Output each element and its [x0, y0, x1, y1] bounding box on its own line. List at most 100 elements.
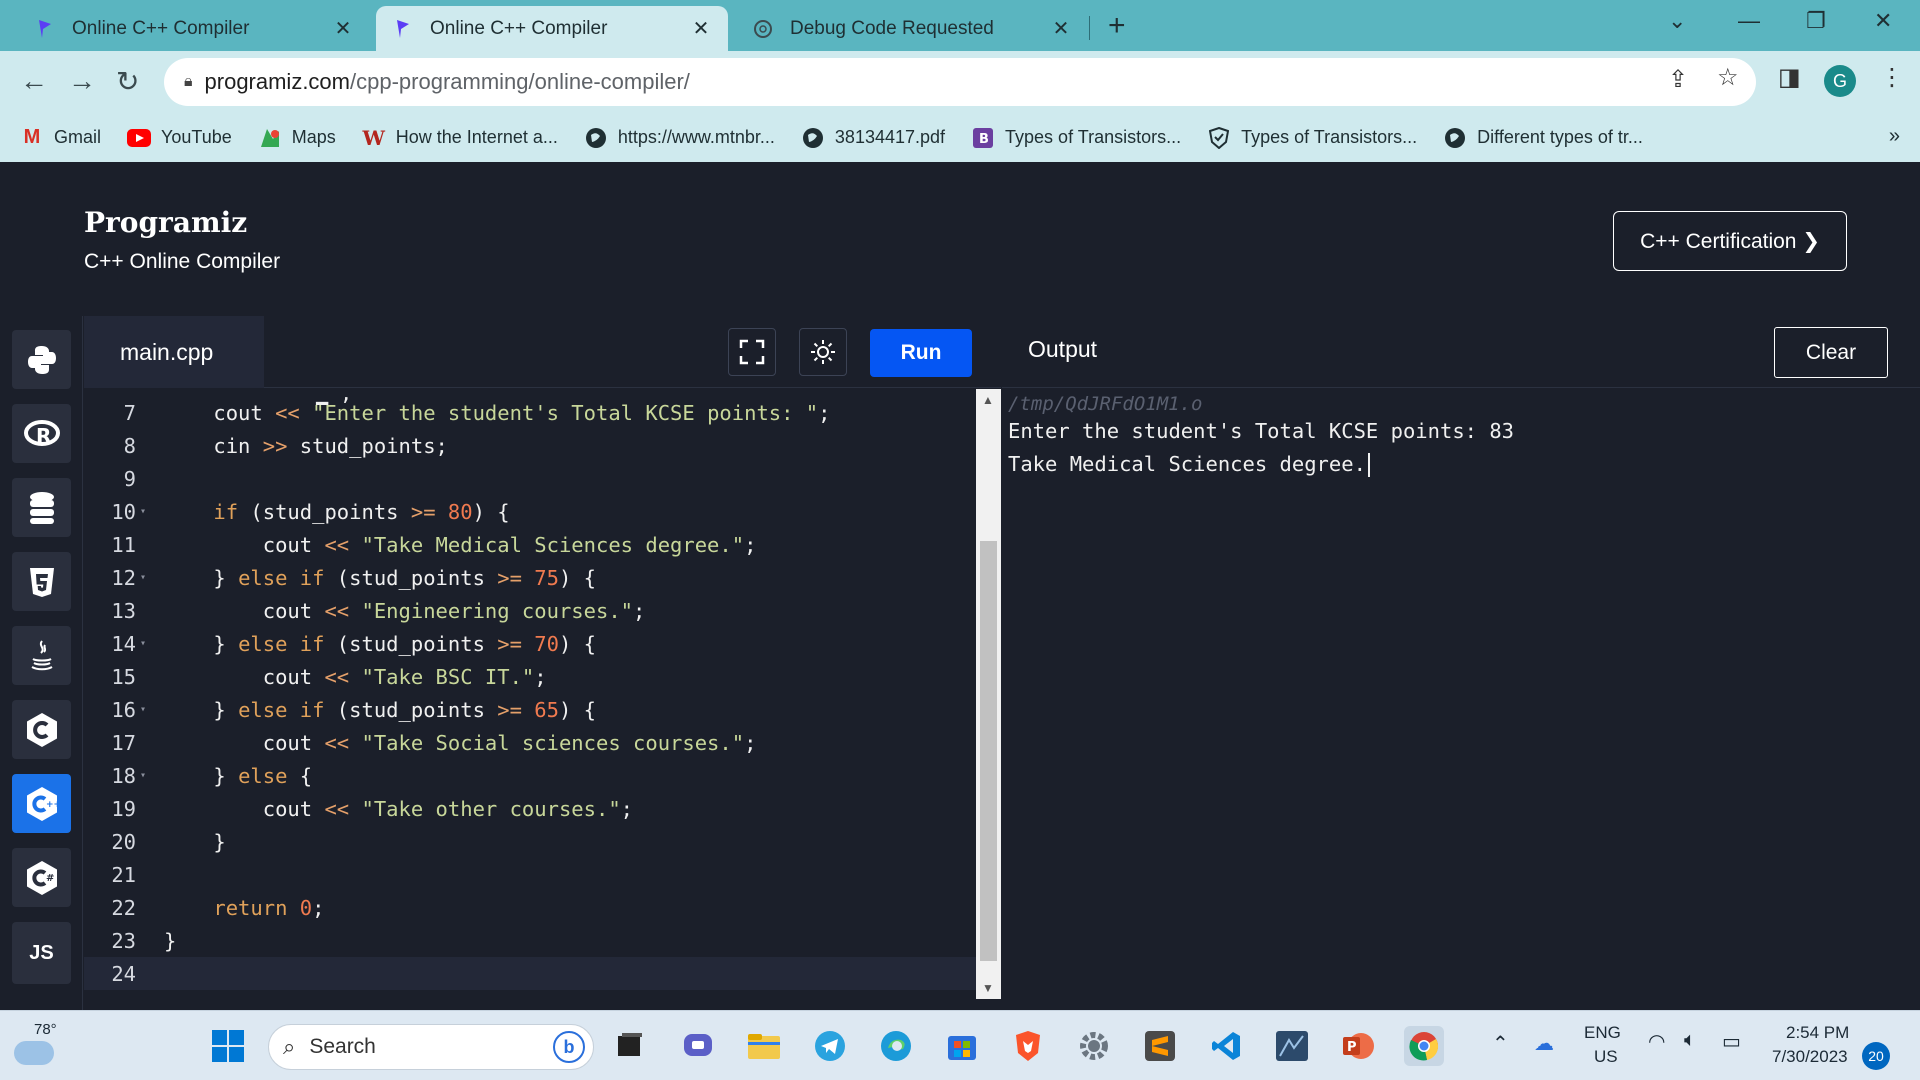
sql-database-icon[interactable] [12, 478, 71, 537]
sublime-text-icon[interactable] [1140, 1026, 1180, 1066]
task-view-icon[interactable] [610, 1026, 650, 1066]
notification-badge[interactable]: 20 [1862, 1042, 1890, 1070]
settings-gear-icon[interactable] [1074, 1026, 1114, 1066]
bookmark-how-the-internet[interactable]: W How the Internet a... [362, 126, 558, 150]
close-window-icon[interactable]: ✕ [1874, 8, 1892, 34]
taskbar-search[interactable]: ⌕ Search b [268, 1024, 594, 1070]
teams-chat-icon[interactable] [678, 1026, 718, 1066]
edge-browser-icon[interactable] [876, 1026, 916, 1066]
more-bookmarks-chevron-icon[interactable]: » [1889, 125, 1900, 148]
code-line[interactable]: 19 cout << "Take other courses."; [84, 792, 976, 825]
fold-arrow-icon[interactable]: ▾ [140, 770, 152, 781]
brave-browser-icon[interactable] [1008, 1026, 1048, 1066]
code-line[interactable]: 11 cout << "Take Medical Sciences degree… [84, 528, 976, 561]
battery-icon[interactable]: ▭ [1722, 1029, 1741, 1054]
telegram-icon[interactable] [810, 1026, 850, 1066]
java-icon[interactable] [12, 626, 71, 685]
forward-arrow-icon[interactable]: → [68, 65, 96, 97]
cpp-icon[interactable]: ++ [12, 774, 71, 833]
side-panel-icon[interactable]: ◨ [1778, 63, 1801, 92]
bookmark-transistors-1[interactable]: B Types of Transistors... [971, 126, 1181, 150]
html5-icon[interactable] [12, 552, 71, 611]
programiz-logo[interactable]: Programiz [84, 206, 247, 239]
certification-button[interactable]: C++ Certification ❯ [1613, 211, 1847, 271]
bing-icon[interactable]: b [553, 1031, 585, 1063]
code-line[interactable]: 12 ▾ } else if (stud_points >= 75) { [84, 561, 976, 594]
fold-arrow-icon[interactable]: ▾ [140, 506, 152, 517]
profile-avatar[interactable]: G [1824, 65, 1856, 97]
bookmark-different-types[interactable]: Different types of tr... [1443, 126, 1643, 150]
clock-time[interactable]: 2:54 PM [1786, 1023, 1849, 1043]
weather-widget[interactable]: 78° [14, 1019, 60, 1073]
address-bar[interactable]: 🔒︎ programiz.com/cpp-programming/online-… [164, 58, 1756, 106]
code-line[interactable]: 24 [84, 957, 976, 990]
back-arrow-icon[interactable]: ← [20, 65, 48, 97]
tab-close-icon[interactable]: ✕ [690, 16, 712, 41]
tab-close-icon[interactable]: ✕ [332, 16, 354, 41]
powerpoint-icon[interactable]: P [1338, 1026, 1378, 1066]
c-icon[interactable] [12, 700, 71, 759]
output-console[interactable]: /tmp/QdJRFdO1M1.o Enter the student's To… [1002, 389, 1920, 1010]
code-line[interactable]: 23} [84, 924, 976, 957]
input-language-top[interactable]: ENG [1584, 1023, 1621, 1043]
scroll-up-arrow-icon[interactable]: ▲ [982, 393, 994, 407]
chrome-browser-icon[interactable] [1404, 1026, 1444, 1066]
code-line[interactable]: 17 cout << "Take Social sciences courses… [84, 726, 976, 759]
theme-toggle-sun-icon[interactable] [799, 328, 847, 376]
python-icon[interactable] [12, 330, 71, 389]
fullscreen-icon[interactable] [728, 328, 776, 376]
bookmark-gmail[interactable]: M Gmail [20, 126, 101, 150]
bookmark-transistors-2[interactable]: Types of Transistors... [1207, 126, 1417, 150]
code-line[interactable]: 16 ▾ } else if (stud_points >= 65) { [84, 693, 976, 726]
onedrive-cloud-icon[interactable]: ☁ [1534, 1031, 1554, 1056]
clock-date[interactable]: 7/30/2023 [1772, 1047, 1848, 1067]
code-line[interactable]: 10 ▾ if (stud_points >= 80) { [84, 495, 976, 528]
show-hidden-icons-chevron-icon[interactable]: ⌃ [1492, 1031, 1509, 1056]
fold-arrow-icon[interactable]: ▾ [140, 704, 152, 715]
restore-icon[interactable]: ❐ [1806, 8, 1826, 34]
wifi-icon[interactable]: ◠ [1648, 1029, 1665, 1054]
r-icon[interactable]: R [12, 404, 71, 463]
reload-icon[interactable]: ↻ [116, 65, 139, 98]
code-line[interactable]: 13 cout << "Engineering courses."; [84, 594, 976, 627]
code-line[interactable]: 15 cout << "Take BSC IT."; [84, 660, 976, 693]
kebab-menu-icon[interactable]: ⋮ [1880, 63, 1904, 92]
bookmark-youtube[interactable]: YouTube [127, 126, 232, 150]
vscode-icon[interactable] [1206, 1026, 1246, 1066]
share-icon[interactable]: ⇪ [1668, 65, 1688, 94]
editor-scrollbar[interactable]: ▲ ▼ [976, 389, 1001, 999]
input-language-bottom[interactable]: US [1594, 1047, 1618, 1067]
browser-tab-2[interactable]: Online C++ Compiler ✕ [376, 6, 728, 51]
volume-icon[interactable]: 🔈︎ [1684, 1029, 1696, 1052]
microsoft-store-icon[interactable] [942, 1026, 982, 1066]
code-line[interactable]: 21 [84, 858, 976, 891]
bookmark-maps[interactable]: Maps [258, 126, 336, 150]
bookmark-star-icon[interactable]: ☆ [1717, 63, 1739, 92]
code-line[interactable]: 9 [84, 462, 976, 495]
browser-tab-1[interactable]: Online C++ Compiler ✕ [18, 6, 370, 51]
minimize-icon[interactable]: — [1738, 8, 1760, 34]
file-tab-main-cpp[interactable]: main.cpp [84, 316, 264, 388]
fold-arrow-icon[interactable]: ▾ [140, 638, 152, 649]
terminal-app-icon[interactable] [1272, 1026, 1312, 1066]
file-explorer-icon[interactable] [744, 1026, 784, 1066]
browser-tab-3[interactable]: Debug Code Requested ✕ [736, 6, 1088, 51]
clear-button[interactable]: Clear [1774, 327, 1888, 378]
code-line[interactable]: 14 ▾ } else if (stud_points >= 70) { [84, 627, 976, 660]
scroll-down-arrow-icon[interactable]: ▼ [982, 981, 994, 995]
tab-close-icon[interactable]: ✕ [1050, 16, 1072, 41]
windows-start-icon[interactable] [208, 1026, 248, 1066]
bookmark-mtnbr[interactable]: https://www.mtnbr... [584, 126, 775, 150]
csharp-icon[interactable]: # [12, 848, 71, 907]
code-line[interactable]: 18 ▾ } else { [84, 759, 976, 792]
code-line[interactable]: 22 return 0; [84, 891, 976, 924]
code-line[interactable]: 7 cout << "Enter the student's Total KCS… [84, 396, 976, 429]
js-icon[interactable]: JS [12, 922, 71, 984]
fold-arrow-icon[interactable]: ▾ [140, 572, 152, 583]
bookmark-pdf[interactable]: 38134417.pdf [801, 126, 945, 150]
new-tab-plus-icon[interactable]: + [1108, 9, 1126, 43]
scrollbar-thumb[interactable] [980, 541, 997, 961]
code-editor[interactable]: ▁ , 7 cout << "Enter the student's Total… [84, 389, 976, 999]
code-line[interactable]: 8 cin >> stud_points; [84, 429, 976, 462]
tab-search-chevron-icon[interactable]: ⌄ [1668, 8, 1686, 34]
